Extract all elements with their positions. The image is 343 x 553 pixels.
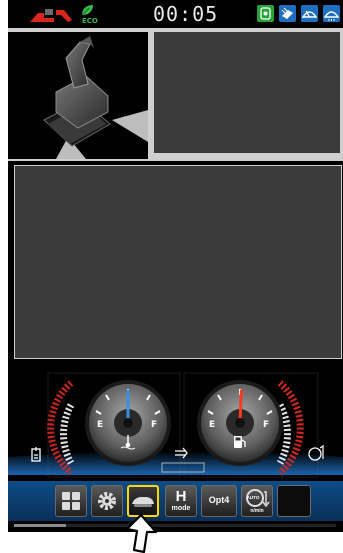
opt4-button[interactable]: Opt4: [201, 485, 237, 517]
auto-idle-icon: [257, 5, 274, 22]
settings-button[interactable]: [91, 485, 123, 517]
work-light-icon: [279, 5, 296, 22]
machine-overhead-view: [8, 32, 148, 159]
clock-display: 00:05: [153, 2, 219, 26]
fuel-high-label: F: [263, 420, 270, 430]
menu-scroll-thumb[interactable]: [14, 524, 66, 527]
h-mode-sublabel: mode: [171, 505, 191, 512]
rpm-label: n/min: [250, 508, 264, 514]
travel-speed-button[interactable]: [127, 485, 159, 517]
gauge-cluster: E F E F: [8, 365, 343, 480]
wiper-icon: [301, 5, 318, 22]
grid-icon: [62, 492, 80, 510]
eco-leaf-icon: [81, 5, 93, 16]
camera-view-top-right[interactable]: [154, 32, 340, 153]
blank-button[interactable]: [277, 485, 311, 517]
h-mode-button[interactable]: H mode: [165, 485, 197, 517]
opt4-label: Opt4: [208, 495, 230, 505]
excavator-mode-icon: [30, 9, 72, 22]
pointer-arrow-icon: [125, 514, 158, 553]
gear-icon: [98, 492, 116, 510]
eco-label: ECO: [82, 17, 98, 25]
menu-grid-button[interactable]: [55, 485, 87, 517]
h-mode-label: H: [175, 488, 187, 505]
status-bar: ECO 00:05: [8, 0, 343, 28]
auto-label: AUTO: [246, 495, 260, 500]
washer-icon: [323, 5, 340, 22]
excavator-icon: [43, 36, 148, 159]
monitor-screen: ECO 00:05 E F E F H mode Opt4 AUTO n/min: [8, 0, 343, 532]
bottom-menu-bar: H mode Opt4 AUTO n/min: [8, 481, 343, 521]
coolant-low-label: E: [97, 420, 104, 430]
gauge-cluster-graphic: [8, 372, 343, 478]
travel-speed-icon: [132, 497, 154, 507]
auto-rpm-button[interactable]: AUTO n/min: [241, 485, 273, 517]
fuel-low-label: E: [209, 420, 216, 430]
camera-view-main[interactable]: [14, 165, 342, 359]
coolant-high-label: F: [151, 420, 158, 430]
